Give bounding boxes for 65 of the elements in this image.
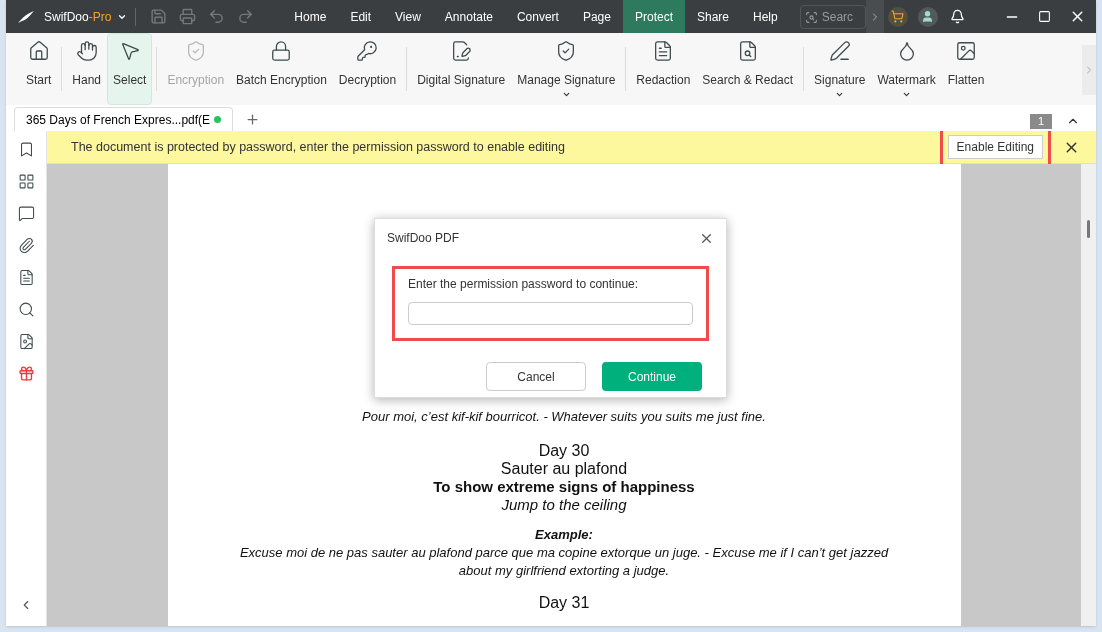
banner-message: The document is protected by password, enter the permission password to enable editing [71,138,566,156]
document-text: Example: [535,526,593,544]
app-name: SwifDoo-Pro [44,8,112,26]
maximize-icon[interactable] [1038,10,1051,23]
menu-tab[interactable]: Convert [504,0,571,33]
image-icon [955,40,978,62]
caret-icon [902,90,912,99]
toolbar-button[interactable]: Select [107,33,153,105]
house-icon [27,40,50,62]
toolbar-button[interactable]: Hand [66,33,108,105]
menu-tab[interactable]: Home [282,0,339,33]
search-icon [804,10,818,24]
menu-tab[interactable]: Edit [338,0,384,33]
lock-icon [270,40,293,62]
redo-icon[interactable] [237,8,255,25]
toolbar-button[interactable]: Decryption [332,33,403,105]
grid-icon[interactable] [17,173,35,190]
search-icon[interactable] [17,301,35,318]
password-field[interactable] [408,302,693,325]
toolbar-button[interactable]: Batch Encryption [230,33,333,105]
gift-icon[interactable] [17,365,35,382]
search-field[interactable]: Searc [799,4,866,29]
print-icon[interactable] [179,8,197,25]
paperclip-icon[interactable] [17,237,35,254]
menu-tab[interactable]: Page [570,0,623,33]
user-icon[interactable] [921,10,935,23]
document-text: Excuse moi de ne pas sauter au plafond parce que ma copine extorque un juge. - Excuse me if I can’t get jazzed about my girlfriend extorting a judge. [238,544,890,580]
document-text: Day 31 [538,594,590,612]
menu-tab[interactable]: Help [741,0,790,33]
document-text: To show extreme signs of happiness [433,478,695,496]
save-icon[interactable] [150,8,168,25]
toolbar-button[interactable]: Flatten [941,33,991,105]
toolbar-button[interactable]: Start [20,33,58,105]
add-tab-icon[interactable] [245,112,261,127]
password-prompt: Enter the permission password to continue: [408,276,640,293]
undo-icon[interactable] [208,8,226,25]
document-text: Sauter au plafond [500,460,628,478]
toolbar-button[interactable]: Redaction [630,33,697,105]
menu-tab[interactable]: Annotate [432,0,505,33]
menu-tab[interactable]: View [383,0,433,33]
signature-icon [450,40,473,62]
menu-tab[interactable]: Protect [622,0,685,33]
cart-icon[interactable] [891,10,905,23]
page-count: 1 [1029,114,1052,129]
toolbar-button[interactable]: Search & Redact [696,33,800,105]
enable-editing-button[interactable]: Enable Editing [947,135,1043,159]
dialog-title: SwifDoo PDF [387,230,460,247]
document-tab[interactable]: 365 Days of French Expres...pdf(E [14,107,234,131]
menu-tab[interactable]: Share [685,0,741,33]
caret-icon [835,90,845,99]
hand-icon [75,40,98,62]
comment-icon[interactable] [17,205,35,222]
cancel-button[interactable]: Cancel [486,362,586,391]
toolbar-button[interactable]: Digital Signature [411,33,512,105]
toolbar-button[interactable]: Manage Signature [511,33,622,105]
toolbar-button[interactable]: Signature [808,33,872,105]
document-text: Day 30 [538,442,590,460]
key-icon [356,40,379,62]
document-text: Jump to the ceiling [501,496,627,514]
bell-icon[interactable] [949,9,965,24]
toolbar-button[interactable]: Watermark [871,33,942,105]
pen-icon [828,40,851,62]
document-text: Pour moi, c’est kif-kif bourricot. - Whatever suits you suits me just fine. [362,408,766,426]
image-document-icon[interactable] [17,333,35,350]
caret-icon [561,90,571,99]
